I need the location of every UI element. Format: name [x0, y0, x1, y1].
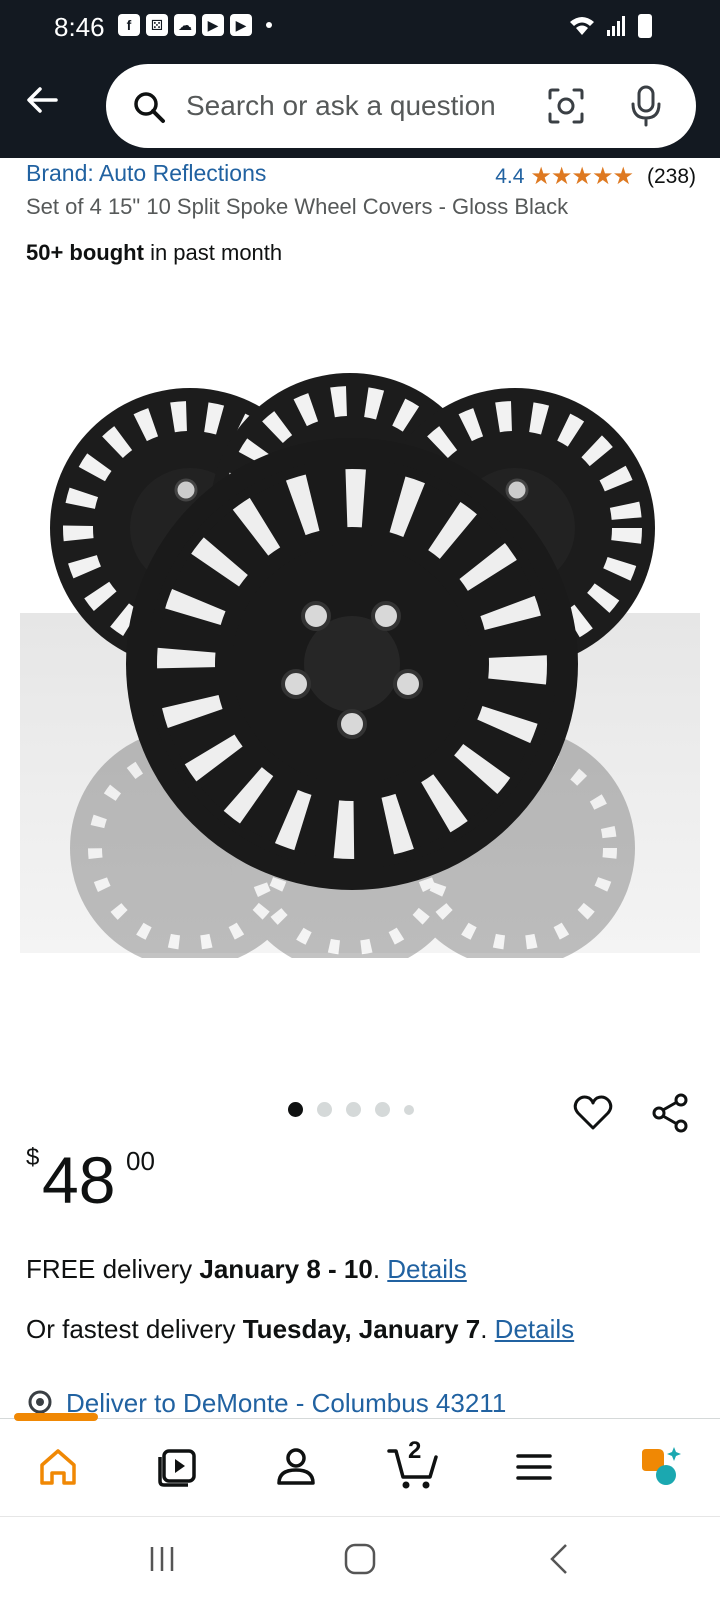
share-icon[interactable] [650, 1092, 690, 1134]
brand-rating-row: Brand: Auto Reflections 4.4 ★★★★★ (238) [26, 160, 696, 190]
fastest-delivery-line: Or fastest delivery Tuesday, January 7. … [26, 1314, 574, 1345]
recent-apps-icon[interactable] [142, 1539, 182, 1579]
review-count: (238) [646, 164, 696, 188]
deliver-to-text: Deliver to DeMonte - Columbus 43211 [66, 1388, 507, 1418]
back-arrow-icon[interactable] [22, 80, 62, 120]
product-image[interactable] [20, 358, 700, 958]
back-button-icon[interactable] [540, 1539, 580, 1579]
camera-lens-icon[interactable] [546, 86, 586, 126]
pager-dot[interactable] [288, 1102, 303, 1117]
bottom-nav: 2 [0, 1413, 720, 1516]
brand-link[interactable]: Brand: Auto Reflections [26, 160, 266, 187]
image-pager[interactable] [288, 1102, 414, 1117]
cart-button[interactable]: 2 [386, 1437, 442, 1491]
rufus-icon[interactable] [636, 1443, 684, 1491]
home-button-icon[interactable] [340, 1539, 380, 1579]
purchase-count-bold: 50+ bought [26, 240, 144, 265]
wifi-icon [570, 17, 594, 35]
cloud-icon: ☁ [174, 14, 196, 36]
signal-icon [607, 16, 625, 36]
system-nav-bar [0, 1516, 720, 1600]
separator: . [372, 1254, 388, 1284]
cart-count: 2 [408, 1437, 422, 1464]
active-tab-indicator [14, 1413, 98, 1421]
youtube-icon: ▶ [202, 14, 224, 36]
fastest-delivery-date: Tuesday, January 7 [242, 1314, 481, 1344]
price-fraction: 00 [126, 1146, 155, 1176]
fastest-delivery-details-link[interactable]: Details [495, 1314, 574, 1344]
notification-icons: f ⚄ ☁ ▶ ▶ [118, 14, 272, 36]
pager-dot[interactable] [404, 1104, 414, 1115]
battery-icon [638, 14, 652, 38]
price-currency: $ [26, 1144, 40, 1171]
rating-value: 4.4 [495, 164, 525, 188]
facebook-icon: f [118, 14, 140, 36]
free-delivery-details-link[interactable]: Details [387, 1254, 466, 1284]
separator: . [480, 1314, 495, 1344]
dice-icon: ⚄ [146, 14, 168, 36]
search-bar[interactable] [106, 64, 696, 148]
free-delivery-line: FREE delivery January 8 - 10. Details [26, 1254, 467, 1285]
pager-dot[interactable] [317, 1102, 332, 1117]
price-whole: 48 [42, 1143, 116, 1217]
free-delivery-date: January 8 - 10 [199, 1254, 373, 1284]
search-icon [134, 92, 165, 123]
video-icon[interactable] [154, 1443, 202, 1491]
deliver-to-location[interactable]: Deliver to DeMonte - Columbus 43211 [26, 1388, 506, 1419]
microphone-icon[interactable] [628, 84, 664, 128]
purchase-count-text: in past month [143, 240, 283, 265]
header [0, 58, 720, 158]
product-title: Set of 4 15" 10 Split Spoke Wheel Covers… [26, 194, 569, 219]
home-icon[interactable] [34, 1443, 82, 1491]
menu-icon[interactable] [510, 1443, 558, 1491]
system-icons [568, 14, 652, 38]
search-input[interactable] [186, 84, 546, 128]
fastest-delivery-label: Or fastest delivery [26, 1314, 243, 1344]
rating[interactable]: 4.4 ★★★★★ (238) [495, 162, 696, 191]
status-bar: 8:46 f ⚄ ☁ ▶ ▶ [0, 0, 720, 58]
star-rating-icon: ★★★★★ [530, 163, 634, 190]
youtube-icon: ▶ [230, 14, 252, 36]
free-delivery-label: FREE delivery [26, 1254, 200, 1284]
purchase-count: 50+ bought in past month [26, 240, 282, 266]
heart-icon[interactable] [572, 1092, 614, 1134]
pager-dot[interactable] [346, 1102, 361, 1117]
account-icon[interactable] [272, 1443, 320, 1491]
more-notifications-icon [266, 22, 272, 28]
status-time: 8:46 [54, 12, 105, 42]
pager-dot[interactable] [375, 1102, 390, 1117]
